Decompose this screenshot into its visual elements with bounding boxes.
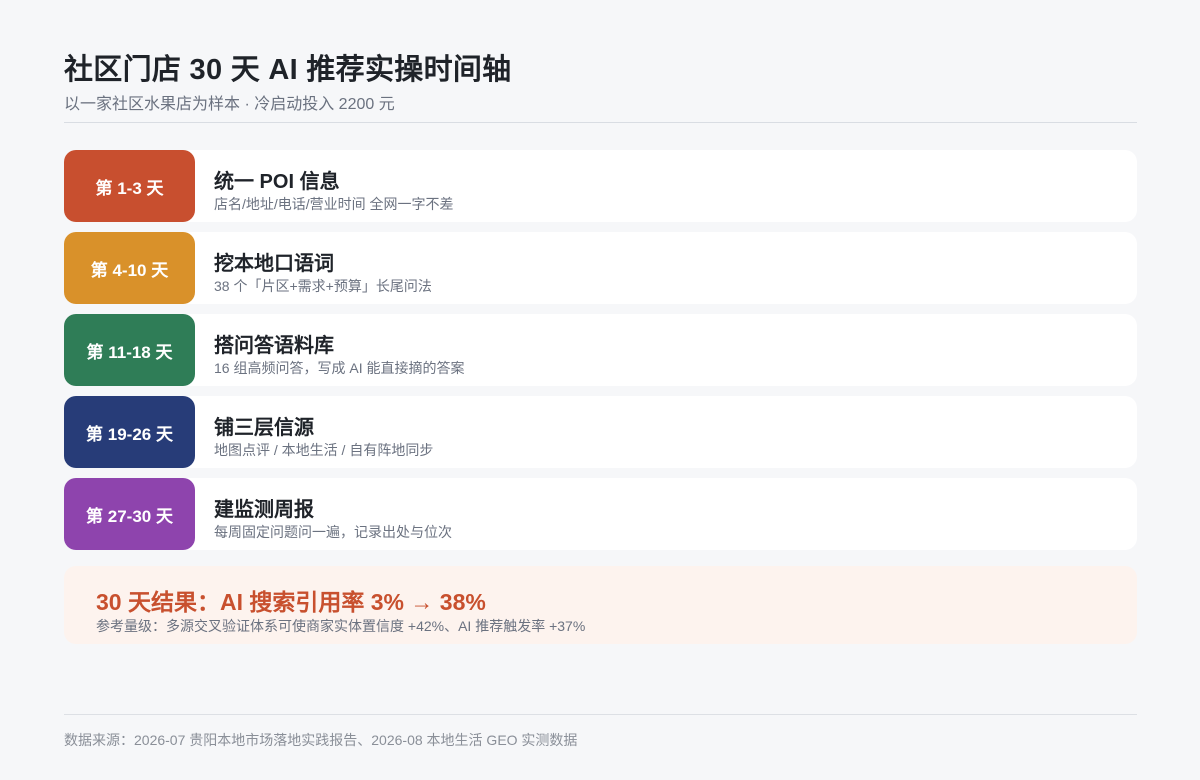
data-source-footnote: 数据来源：2026-07 贵阳本地市场落地实践报告、2026-08 本地生活 G… (64, 732, 578, 748)
footer-divider (64, 714, 1137, 715)
result-headline: 30 天结果：AI 搜索引用率 3% → 38% (96, 589, 486, 615)
result-panel: 30 天结果：AI 搜索引用率 3% → 38% 参考量级：多源交叉验证体系可使… (64, 566, 1137, 644)
step-title: 搭问答语料库 (214, 335, 334, 357)
header-divider (64, 122, 1137, 123)
step-day-badge: 第 4-10 天 (64, 232, 195, 304)
page-subtitle: 以一家社区水果店为样本 · 冷启动投入 2200 元 (64, 96, 395, 113)
result-note: 参考量级：多源交叉验证体系可使商家实体置信度 +42%、AI 推荐触发率 +37… (96, 618, 586, 634)
step-description: 地图点评 / 本地生活 / 自有阵地同步 (214, 442, 434, 458)
step-description: 每周固定问题问一遍，记录出处与位次 (214, 524, 452, 540)
timeline-step-3: 第 11-18 天 搭问答语料库 16 组高频问答，写成 AI 能直接摘的答案 (64, 314, 1137, 386)
step-description: 38 个「片区+需求+预算」长尾问法 (214, 278, 432, 294)
timeline-step-2: 第 4-10 天 挖本地口语词 38 个「片区+需求+预算」长尾问法 (64, 232, 1137, 304)
timeline-step-1: 第 1-3 天 统一 POI 信息 店名/地址/电话/营业时间 全网一字不差 (64, 150, 1137, 222)
timeline-steps: 第 1-3 天 统一 POI 信息 店名/地址/电话/营业时间 全网一字不差 第… (64, 150, 1137, 560)
step-day-badge: 第 27-30 天 (64, 478, 195, 550)
step-title: 铺三层信源 (214, 417, 314, 439)
page-title: 社区门店 30 天 AI 推荐实操时间轴 (64, 54, 512, 86)
step-title: 挖本地口语词 (214, 253, 334, 275)
timeline-step-5: 第 27-30 天 建监测周报 每周固定问题问一遍，记录出处与位次 (64, 478, 1137, 550)
timeline-step-4: 第 19-26 天 铺三层信源 地图点评 / 本地生活 / 自有阵地同步 (64, 396, 1137, 468)
step-title: 建监测周报 (214, 499, 314, 521)
timeline-page: 社区门店 30 天 AI 推荐实操时间轴 以一家社区水果店为样本 · 冷启动投入… (64, 0, 1137, 780)
step-description: 店名/地址/电话/营业时间 全网一字不差 (214, 196, 454, 212)
step-description: 16 组高频问答，写成 AI 能直接摘的答案 (214, 360, 465, 376)
step-title: 统一 POI 信息 (214, 171, 340, 193)
step-day-badge: 第 19-26 天 (64, 396, 195, 468)
step-day-badge: 第 1-3 天 (64, 150, 195, 222)
step-day-badge: 第 11-18 天 (64, 314, 195, 386)
